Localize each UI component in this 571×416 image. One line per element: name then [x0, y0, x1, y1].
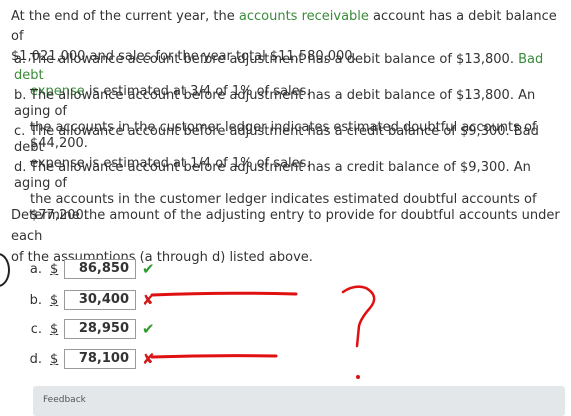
red-annotation-overlay [150, 285, 376, 379]
red-underline-d [150, 354, 278, 359]
red-question-mark [341, 285, 376, 348]
red-question-dot [356, 375, 360, 379]
red-underline-b [150, 291, 298, 297]
feedback-panel[interactable]: Feedback [33, 386, 565, 416]
feedback-label: Feedback [43, 395, 86, 405]
